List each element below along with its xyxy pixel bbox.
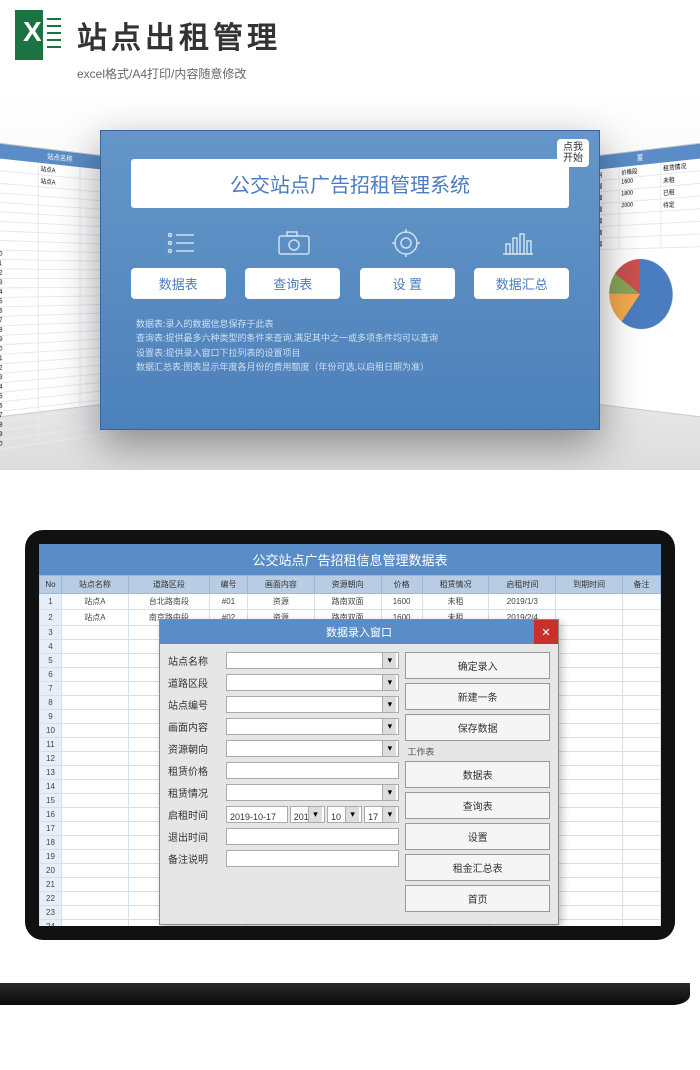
data-entry-dialog: 数据录入窗口 ✕ 站点名称 道路区段 站点编号 画面内容 资源朝向 租赁价格 租…: [159, 619, 559, 925]
gear-icon: [387, 228, 425, 258]
save-button[interactable]: 保存数据: [405, 714, 550, 741]
laptop-screen: 公交站点广告招租信息管理数据表 No站点名称道路区段 编号画面内容资源朝向 价格…: [39, 544, 661, 926]
camera-icon: [275, 228, 313, 258]
pie-chart-icon: [609, 258, 672, 330]
laptop-base: [0, 983, 690, 1005]
sheet-title: 公交站点广告招租信息管理数据表: [39, 544, 661, 575]
laptop-mockup-area: 包图网包图网包图网 包图网包图网包图网 公交站点广告招租信息管理数据表 No站点…: [0, 470, 700, 1070]
list-icon: [163, 228, 201, 258]
page-title: 站点出租管理: [77, 13, 281, 57]
nav-data-button[interactable]: 数据表: [131, 268, 226, 299]
nav-query-button[interactable]: 查询表: [245, 268, 340, 299]
station-number-input[interactable]: [226, 696, 399, 713]
day-select[interactable]: 17: [364, 806, 399, 823]
confirm-button[interactable]: 确定录入: [405, 652, 550, 679]
system-title: 公交站点广告招租管理系统: [131, 159, 569, 208]
start-date-input[interactable]: 2019-10-17: [226, 806, 288, 823]
station-name-input[interactable]: [226, 652, 399, 669]
status-input[interactable]: [226, 784, 399, 801]
worksheet-group-label: 工作表: [407, 745, 550, 758]
description-text: 数据表:录入的数据信息保存于此表 查询表:提供最多六种类型的条件来查询,满足其中…: [101, 299, 599, 375]
month-select[interactable]: 10: [327, 806, 362, 823]
nav-summary-button[interactable]: 数据汇总: [474, 268, 569, 299]
page-header: 站点出租管理: [0, 0, 700, 65]
road-section-input[interactable]: [226, 674, 399, 691]
page-subtitle: excel格式/A4打印/内容随意修改: [0, 65, 700, 90]
goto-query-button[interactable]: 查询表: [405, 792, 550, 819]
start-button[interactable]: 点我开始: [557, 139, 589, 167]
goto-settings-button[interactable]: 设置: [405, 823, 550, 850]
goto-summary-button[interactable]: 租金汇总表: [405, 854, 550, 881]
content-input[interactable]: [226, 718, 399, 735]
close-icon[interactable]: ✕: [534, 620, 558, 644]
showcase-area: 包图网包图网包图网 包图网包图网包图网 站点名称 1站点A 2站点A 34 56…: [0, 90, 700, 470]
orientation-input[interactable]: [226, 740, 399, 757]
icon-row: [101, 228, 599, 258]
main-panel: 点我开始 公交站点广告招租管理系统 数据表 查询表 设 置 数据汇总 数据表:录…: [100, 130, 600, 430]
new-button[interactable]: 新建一条: [405, 683, 550, 710]
table-row: 1站点A台北路南段#01资源路南双面1600未租2019/1/3: [40, 594, 661, 610]
remark-input[interactable]: [226, 850, 399, 867]
goto-home-button[interactable]: 首页: [405, 885, 550, 912]
excel-icon: [15, 10, 65, 60]
bars-icon: [499, 228, 537, 258]
dialog-title: 数据录入窗口 ✕: [160, 620, 558, 644]
end-date-input[interactable]: [226, 828, 399, 845]
year-select[interactable]: 2019: [290, 806, 325, 823]
nav-settings-button[interactable]: 设 置: [360, 268, 455, 299]
price-input[interactable]: [226, 762, 399, 779]
goto-data-button[interactable]: 数据表: [405, 761, 550, 788]
laptop-frame: 公交站点广告招租信息管理数据表 No站点名称道路区段 编号画面内容资源朝向 价格…: [25, 530, 675, 940]
